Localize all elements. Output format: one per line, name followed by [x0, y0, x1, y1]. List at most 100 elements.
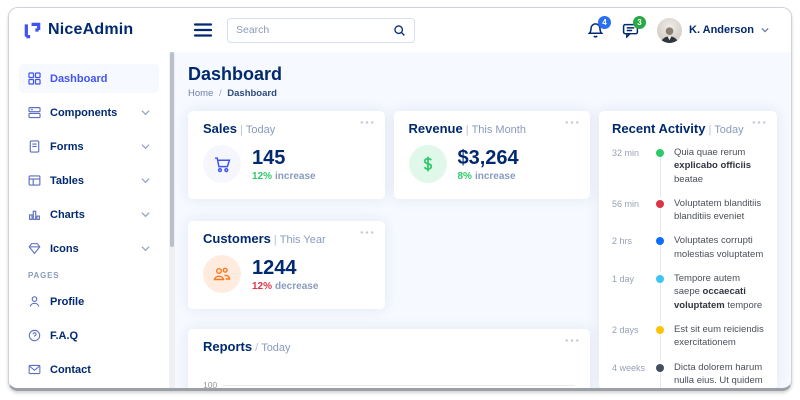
activity-text: Dicta dolorem harum nulla eius. Ut quide…: [668, 361, 764, 391]
people-icon: [203, 255, 241, 293]
sales-card: Sales|Today 145 12%increa: [188, 111, 385, 199]
breadcrumb-home[interactable]: Home: [188, 88, 213, 99]
timeline-dot: [656, 275, 664, 283]
sales-trend: 12%increase: [252, 171, 316, 182]
sidebar-item-forms[interactable]: Forms: [19, 132, 159, 161]
sidebar-item-register[interactable]: Register: [19, 389, 159, 391]
app-window: NiceAdmin 4: [8, 7, 792, 391]
activity-time: 2 hrs: [612, 234, 652, 272]
timeline-dot: [656, 149, 664, 157]
revenue-card: Revenue|This Month $3,264: [394, 111, 591, 199]
activity-item: 2 days Est sit eum reiciendis exercitati…: [612, 323, 764, 361]
customers-card: Customers|This Year 1244 12%de: [188, 221, 385, 309]
chevron-down-icon: [141, 109, 150, 116]
card-menu-icon[interactable]: [752, 120, 766, 125]
gem-icon: [28, 242, 41, 255]
user-menu[interactable]: K. Anderson: [657, 18, 769, 43]
timeline-line: [660, 372, 661, 391]
sidebar-item-contact[interactable]: Contact: [19, 355, 159, 384]
page-title: Dashboard: [188, 64, 777, 85]
timeline-line: [660, 334, 661, 361]
sidebar-item-dashboard[interactable]: Dashboard: [19, 64, 159, 93]
sidebar-item-label: F.A.Q: [50, 330, 78, 342]
activity-item: 1 day Tempore autem saepe occaecati volu…: [612, 272, 764, 323]
sidebar-item-label: Components: [50, 107, 117, 119]
timeline-dot: [656, 364, 664, 372]
avatar: [657, 18, 682, 43]
sidebar-item-label: Dashboard: [50, 73, 107, 85]
timeline-line: [660, 245, 661, 272]
breadcrumb: Home / Dashboard: [188, 88, 777, 99]
card-menu-icon[interactable]: [360, 120, 374, 125]
sidebar-item-label: Profile: [50, 296, 84, 308]
card-menu-icon[interactable]: [565, 338, 579, 343]
sidebar-item-components[interactable]: Components: [19, 98, 159, 127]
card-menu-icon[interactable]: [360, 230, 374, 235]
card-menu-icon[interactable]: [565, 120, 579, 125]
timeline-line: [660, 157, 661, 197]
sidebar-item-label: Contact: [50, 364, 91, 376]
scrollbar-thumb[interactable]: [170, 52, 174, 247]
app-title: NiceAdmin: [48, 21, 133, 39]
sidebar-section-pages: PAGES: [28, 271, 159, 280]
activity-time: 1 day: [612, 272, 652, 323]
customers-value: 1244: [252, 257, 318, 279]
activity-text: Est sit eum reiciendis exercitationem: [668, 323, 764, 361]
sales-card-title: Sales|Today: [203, 121, 370, 136]
cart-icon: [203, 145, 241, 183]
message-count-badge: 3: [633, 16, 646, 29]
header-actions: 4 3 K. Anderson: [587, 18, 791, 43]
activity-item: 4 weeks Dicta dolorem harum nulla eius. …: [612, 361, 764, 391]
chevron-down-icon: [141, 211, 150, 218]
header: NiceAdmin 4: [9, 8, 791, 52]
activity-time: 4 weeks: [612, 361, 652, 391]
chevron-down-icon: [141, 245, 150, 252]
sidebar: Dashboard Components Forms: [9, 52, 169, 388]
sidebar-item-label: Forms: [50, 141, 84, 153]
activity-time: 2 days: [612, 323, 652, 361]
sidebar-item-tables[interactable]: Tables: [19, 166, 159, 195]
activity-card-title: Recent Activity|Today: [612, 121, 764, 136]
timeline-dot: [656, 200, 664, 208]
search-input[interactable]: [236, 24, 393, 36]
recent-activity-card: Recent Activity|Today 32 min Quia quae r…: [599, 111, 777, 389]
timeline-line: [660, 208, 661, 235]
activity-time: 32 min: [612, 146, 652, 197]
sidebar-item-faq[interactable]: F.A.Q: [19, 321, 159, 350]
sidebar-toggle-icon[interactable]: [193, 22, 213, 38]
envelope-icon: [28, 363, 41, 376]
activity-text: Tempore autem saepe occaecati voluptatem…: [668, 272, 764, 323]
revenue-trend: 8%increase: [458, 171, 519, 182]
activity-text: Voluptatem blanditiis blanditiis eveniet: [668, 197, 764, 235]
sidebar-item-charts[interactable]: Charts: [19, 200, 159, 229]
chevron-down-icon: [141, 177, 150, 184]
activity-text: Voluptates corrupti molestias voluptatem: [668, 234, 764, 272]
timeline-line: [660, 283, 661, 323]
messages-button[interactable]: 3: [622, 22, 639, 39]
chevron-down-icon: [141, 143, 150, 150]
logo[interactable]: NiceAdmin: [9, 21, 159, 40]
sidebar-item-label: Charts: [50, 209, 85, 221]
activity-item: 32 min Quia quae rerum explicabo officii…: [612, 146, 764, 197]
activity-item: 2 hrs Voluptates corrupti molestias volu…: [612, 234, 764, 272]
main-content: Dashboard Home / Dashboard Sales|Today: [175, 52, 791, 388]
revenue-value: $3,264: [458, 147, 519, 169]
revenue-card-title: Revenue|This Month: [409, 121, 576, 136]
sidebar-item-profile[interactable]: Profile: [19, 287, 159, 316]
notifications-button[interactable]: 4: [587, 22, 604, 39]
question-circle-icon: [28, 329, 41, 342]
grid-icon: [28, 72, 41, 85]
search-icon[interactable]: [393, 24, 406, 37]
breadcrumb-current: Dashboard: [227, 88, 277, 99]
components-icon: [28, 106, 41, 119]
reports-card-title: Reports/Today: [203, 339, 575, 354]
niceadmin-logo-icon: [23, 21, 42, 40]
sidebar-item-label: Icons: [50, 243, 79, 255]
breadcrumb-separator: /: [219, 88, 222, 99]
chevron-down-icon: [761, 27, 769, 33]
search-bar: [227, 18, 415, 43]
sidebar-item-icons[interactable]: Icons: [19, 234, 159, 263]
form-file-icon: [28, 140, 41, 153]
cards-column: Sales|Today 145 12%increa: [188, 111, 590, 391]
user-name: K. Anderson: [689, 24, 754, 36]
